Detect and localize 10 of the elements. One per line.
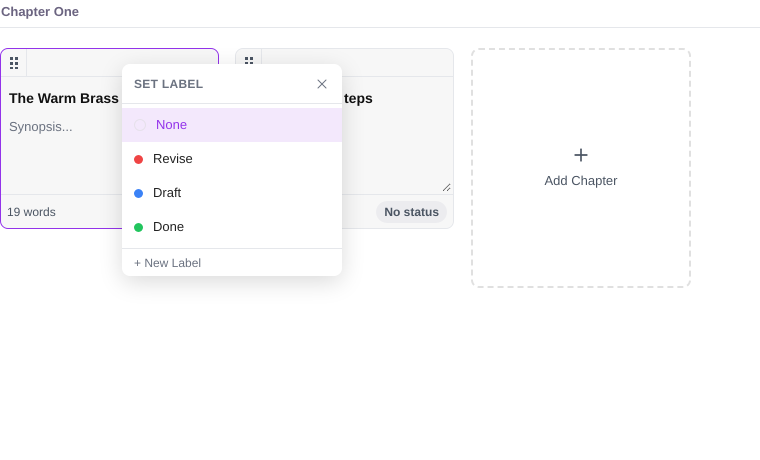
drag-handle-icon[interactable] [10, 56, 18, 68]
label-option[interactable]: None [122, 108, 342, 142]
chapter-title: teps [344, 90, 373, 106]
chapter-heading: Chapter One [1, 3, 80, 21]
word-count: 19 words [7, 204, 56, 220]
new-label-button[interactable]: + New Label [134, 254, 202, 272]
status-badge[interactable]: No status [376, 200, 447, 222]
popover-title: SET LABEL [134, 76, 204, 92]
add-chapter-button[interactable]: Add Chapter [471, 48, 691, 288]
chapter-title: The Warm Brass [9, 90, 119, 106]
